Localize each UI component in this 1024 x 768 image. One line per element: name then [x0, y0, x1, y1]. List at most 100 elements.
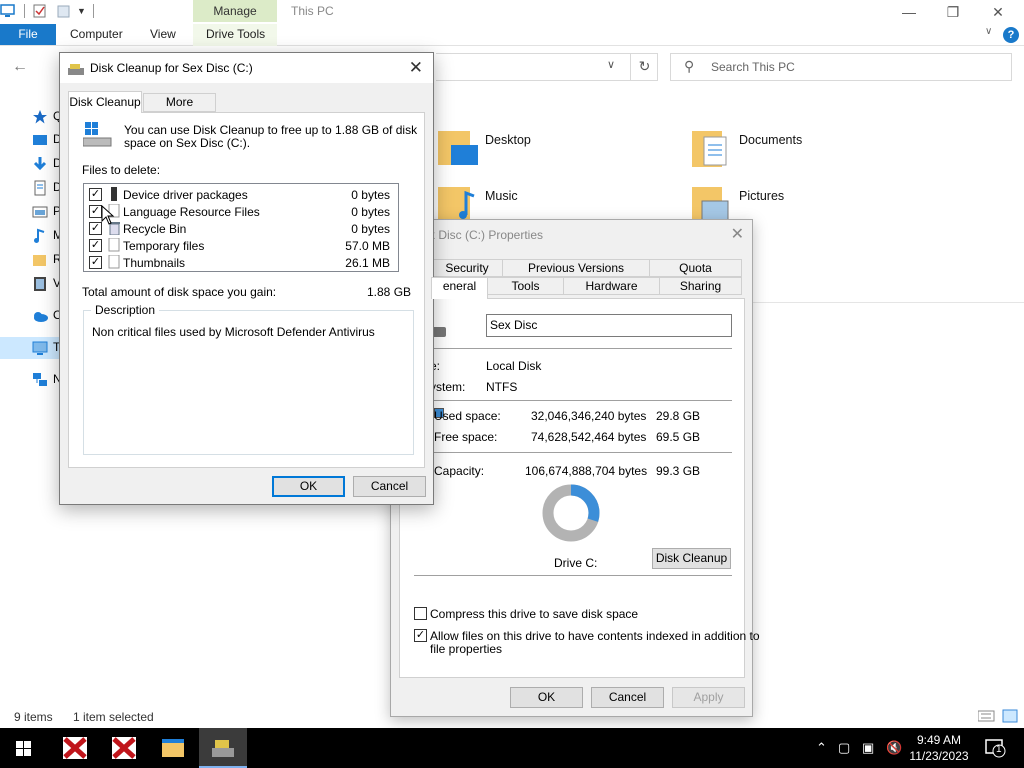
- file-size: 26.1 MB: [345, 256, 390, 270]
- taskbar-app-2[interactable]: [100, 728, 148, 768]
- drive-name-input[interactable]: Sex Disc: [486, 314, 732, 337]
- tab-computer[interactable]: Computer: [70, 24, 123, 45]
- help-icon[interactable]: ?: [1003, 27, 1019, 43]
- sidebar-item-onedrive[interactable]: On: [20, 305, 69, 327]
- search-icon: ⚲: [684, 58, 695, 74]
- tab-more-options[interactable]: More Options: [143, 93, 216, 126]
- description-groupbox: Non critical files used by Microsoft Def…: [83, 310, 414, 455]
- list-item[interactable]: ✓ Device driver packages 0 bytes: [84, 186, 396, 203]
- list-item[interactable]: ✓ Recycle Bin 0 bytes: [84, 220, 396, 237]
- disk-cleanup-button[interactable]: Disk Cleanup: [652, 548, 731, 569]
- filesystem-value: NTFS: [486, 380, 518, 394]
- clock-time: 9:49 AM: [916, 733, 962, 747]
- file-name: Device driver packages: [123, 188, 248, 202]
- folder-icon: [162, 739, 184, 757]
- notification-center-icon[interactable]: 1: [985, 738, 1007, 758]
- network-icon[interactable]: ▣: [862, 740, 874, 756]
- file-checkbox[interactable]: ✓: [89, 188, 102, 201]
- sidebar-item-folder[interactable]: R: [20, 249, 62, 271]
- refresh-icon[interactable]: ↻: [630, 53, 658, 81]
- show-hidden-icons-icon[interactable]: ⌃: [816, 740, 827, 756]
- divider: [752, 302, 1024, 303]
- tab-tools[interactable]: Tools: [487, 277, 564, 295]
- used-space-gb: 29.8 GB: [656, 409, 701, 423]
- new-folder-icon[interactable]: [57, 4, 71, 18]
- taskbar-file-explorer[interactable]: [149, 728, 197, 768]
- documents-folder-icon: [692, 127, 727, 167]
- sidebar-item-music[interactable]: M: [20, 225, 63, 247]
- disk-cleanup-icon: [68, 62, 84, 79]
- list-item[interactable]: ✓ Thumbnails 26.1 MB: [84, 254, 396, 271]
- folder-documents[interactable]: Documents: [692, 127, 852, 173]
- dialog-title: x Disc (C:) Properties: [429, 228, 544, 242]
- compress-checkbox[interactable]: [414, 607, 427, 620]
- clock-date: 11/23/2023: [909, 749, 969, 763]
- sidebar-item-network[interactable]: Ne: [20, 369, 68, 391]
- tab-general[interactable]: eneral: [431, 277, 488, 299]
- file-checkbox[interactable]: ✓: [89, 256, 102, 269]
- sidebar-item-downloads[interactable]: D: [20, 153, 62, 175]
- cancel-button[interactable]: Cancel: [591, 687, 664, 708]
- apply-button[interactable]: Apply: [672, 687, 745, 708]
- properties-icon[interactable]: [33, 4, 47, 18]
- tab-security[interactable]: Security: [431, 259, 503, 277]
- close-icon[interactable]: ✕: [731, 224, 744, 244]
- list-scrollbar[interactable]: ▲ ▼: [398, 184, 399, 272]
- volume-muted-icon[interactable]: 🔇: [886, 740, 902, 756]
- ok-button[interactable]: OK: [272, 476, 345, 497]
- tab-drive-tools[interactable]: Drive Tools: [206, 24, 265, 45]
- address-bar[interactable]: [436, 53, 658, 81]
- sidebar-item-videos[interactable]: V: [20, 273, 61, 295]
- music-folder-icon: [438, 183, 475, 223]
- back-arrow-icon[interactable]: ←: [12, 58, 28, 76]
- compress-label: Compress this drive to save disk space: [430, 607, 639, 621]
- taskbar-app-1[interactable]: [51, 728, 99, 768]
- tab-file[interactable]: File: [0, 24, 56, 45]
- sidebar-item-documents[interactable]: D: [20, 177, 62, 199]
- start-button[interactable]: [0, 728, 48, 768]
- sidebar-item-pictures[interactable]: P: [20, 201, 61, 223]
- description-text: Non critical files used by Microsoft Def…: [92, 325, 375, 339]
- this-pc-icon: [32, 340, 48, 356]
- clock[interactable]: 9:49 AM 11/23/2023: [907, 732, 971, 764]
- customize-quick-access-icon[interactable]: ▼: [77, 6, 86, 16]
- tab-view[interactable]: View: [150, 24, 176, 45]
- this-pc-icon[interactable]: [0, 4, 15, 18]
- list-item[interactable]: ✓ Temporary files 57.0 MB: [84, 237, 396, 254]
- close-icon[interactable]: ✕: [409, 58, 423, 78]
- sidebar-item-quick-access[interactable]: Qu: [20, 106, 69, 128]
- close-icon[interactable]: ✕: [983, 2, 1013, 22]
- tab-quota[interactable]: Quota: [649, 259, 742, 277]
- taskbar: ⌃ ▢ ▣ 🔇 9:49 AM 11/23/2023 1: [0, 728, 1024, 768]
- status-item-count: 9 items: [14, 710, 53, 724]
- taskbar-disk-cleanup[interactable]: [199, 728, 247, 768]
- view-mode-icons[interactable]: [977, 709, 1018, 723]
- file-checkbox[interactable]: ✓: [89, 239, 102, 252]
- tab-disk-cleanup[interactable]: Disk Cleanup: [68, 91, 142, 113]
- capacity-gb: 99.3 GB: [656, 464, 701, 478]
- mouse-cursor-icon: [101, 205, 115, 225]
- ok-button[interactable]: OK: [510, 687, 583, 708]
- maximize-icon[interactable]: ❐: [938, 2, 968, 22]
- sidebar-item-desktop[interactable]: D: [20, 129, 62, 151]
- folder-desktop[interactable]: Desktop: [438, 127, 598, 173]
- minimize-icon[interactable]: —: [894, 2, 924, 22]
- address-dropdown-icon[interactable]: ∨: [607, 58, 615, 71]
- tab-hardware[interactable]: Hardware: [563, 277, 660, 295]
- sidebar-item-this-pc[interactable]: Thi: [20, 337, 70, 359]
- divider: [414, 452, 732, 453]
- description-label: Description: [91, 303, 160, 317]
- security-icon[interactable]: ▢: [838, 740, 850, 756]
- expand-ribbon-icon[interactable]: ∨: [985, 26, 992, 37]
- tab-sharing[interactable]: Sharing: [659, 277, 742, 295]
- cancel-button[interactable]: Cancel: [353, 476, 426, 497]
- tab-previous-versions[interactable]: Previous Versions: [502, 259, 650, 277]
- file-size: 0 bytes: [351, 222, 390, 236]
- list-item[interactable]: ✓ Language Resource Files 0 bytes: [84, 203, 396, 220]
- files-to-delete-list[interactable]: ✓ Device driver packages 0 bytes ✓ Langu…: [83, 183, 399, 272]
- music-icon: [32, 228, 48, 244]
- files-to-delete-label: Files to delete:: [82, 163, 161, 177]
- manage-context-tab[interactable]: Manage: [193, 0, 277, 22]
- index-checkbox[interactable]: ✓: [414, 629, 427, 642]
- index-label-line1: Allow files on this drive to have conten…: [430, 629, 760, 643]
